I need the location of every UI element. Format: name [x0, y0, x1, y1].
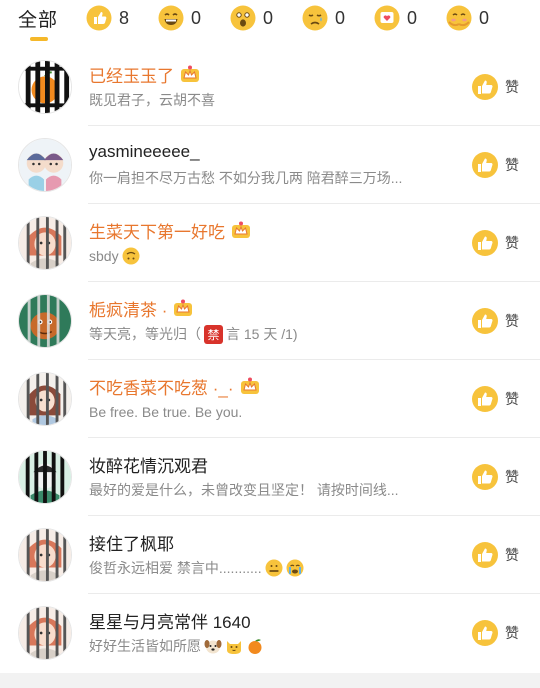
vip-crown-icon: [231, 221, 251, 239]
hug-count: 0: [479, 7, 490, 28]
user-row[interactable]: yasmineeeee_ 你一肩担不尽万古愁 不如分我几两 陪君醉三万场... …: [0, 126, 540, 204]
thumbs-up-icon: [472, 230, 498, 256]
like-label: 赞: [505, 547, 519, 563]
sad-emoji-icon: [302, 5, 328, 31]
avatar[interactable]: [18, 606, 72, 660]
user-row[interactable]: 星星与月亮常伴 1640 好好生活皆如所愿 赞: [0, 594, 540, 672]
username[interactable]: 栀疯清茶 ·: [89, 296, 167, 321]
thumbs-up-icon: [472, 308, 498, 334]
vip-crown-icon: [180, 65, 200, 83]
user-row[interactable]: 妆醉花情沉观君 最好的爱是什么，未曾改变且坚定！ 请按时间线... 赞: [0, 438, 540, 516]
user-row[interactable]: 不吃香菜不吃葱 ·_· Be free. Be true. Be you. 赞: [0, 360, 540, 438]
user-bio: Be free. Be true. Be you.: [89, 404, 243, 420]
avatar[interactable]: [18, 450, 72, 504]
like-label: 赞: [505, 157, 519, 173]
username[interactable]: 接住了枫耶: [89, 530, 174, 555]
like-label: 赞: [505, 313, 519, 329]
username[interactable]: yasmineeeee_: [89, 142, 200, 162]
like-button[interactable]: 赞: [472, 308, 519, 334]
avatar[interactable]: [18, 60, 72, 114]
heart-box-count: 0: [407, 7, 418, 28]
heart-box-emoji-icon: [374, 5, 400, 31]
user-bio: sbdy: [89, 248, 119, 264]
username[interactable]: 星星与月亮常伴 1640: [89, 608, 251, 633]
like-button[interactable]: 赞: [472, 152, 519, 178]
tab-thumbs-up[interactable]: 8: [86, 4, 129, 32]
surprised-count: 0: [263, 7, 274, 28]
surprised-emoji-icon: [230, 5, 256, 31]
user-bio: 既见君子，云胡不喜: [89, 92, 215, 108]
thumbs-up-icon: [472, 152, 498, 178]
like-button[interactable]: 赞: [472, 542, 519, 568]
user-row[interactable]: 接住了枫耶 俊哲永远相爱 禁言中........... 赞: [0, 516, 540, 594]
user-bio: 等天亮，等光归（: [89, 326, 201, 342]
thumbs-up-icon: [472, 620, 498, 646]
user-row[interactable]: 生菜天下第一好吃 sbdy 赞: [0, 204, 540, 282]
thumbs-up-icon: [472, 542, 498, 568]
user-row[interactable]: 已经玉玉了 既见君子，云胡不喜 赞: [0, 48, 540, 126]
thumbs-up-icon: [472, 386, 498, 412]
cat-face-icon: [225, 637, 243, 655]
thumbs-up-emoji-icon: [86, 5, 112, 31]
avatar[interactable]: [18, 138, 72, 192]
laughing-count: 0: [191, 7, 202, 28]
like-button[interactable]: 赞: [472, 386, 519, 412]
hug-emoji-icon: [446, 5, 472, 31]
username[interactable]: 妆醉花情沉观君: [89, 452, 208, 477]
laughing-emoji-icon: [158, 5, 184, 31]
tab-all-label: 全部: [18, 9, 59, 31]
like-label: 赞: [505, 235, 519, 251]
user-bio-suffix: 言 15 天 /1): [226, 326, 298, 342]
upside-down-face-icon: [122, 247, 140, 265]
username[interactable]: 不吃香菜不吃葱 ·_·: [89, 374, 234, 399]
reaction-tabs: 全部 8 0 0 0 0 0: [0, 0, 540, 44]
like-button[interactable]: 赞: [472, 74, 519, 100]
zipper-mouth-face-icon: [265, 559, 283, 577]
avatar[interactable]: [18, 372, 72, 426]
avatar[interactable]: [18, 294, 72, 348]
tab-sad[interactable]: 0: [302, 4, 345, 32]
tangerine-icon: [246, 637, 264, 655]
user-bio: 你一肩担不尽万古愁 不如分我几两 陪君醉三万场...: [89, 170, 403, 186]
like-label: 赞: [505, 79, 519, 95]
tab-all[interactable]: 全部: [18, 4, 58, 32]
user-row[interactable]: 栀疯清茶 · 等天亮，等光归（ 禁 言 15 天 /1) 赞: [0, 282, 540, 360]
tab-surprised[interactable]: 0: [230, 4, 273, 32]
ban-badge: 禁: [204, 324, 223, 344]
crying-face-icon: [286, 559, 304, 577]
tab-hug[interactable]: 0: [446, 4, 489, 32]
like-button[interactable]: 赞: [472, 230, 519, 256]
user-bio: 最好的爱是什么，未曾改变且坚定！ 请按时间线...: [89, 482, 399, 498]
thumbs-up-count: 8: [119, 7, 130, 28]
thumbs-up-icon: [472, 464, 498, 490]
active-tab-indicator: [30, 37, 48, 41]
username[interactable]: 生菜天下第一好吃: [89, 218, 225, 243]
sad-count: 0: [335, 7, 346, 28]
tab-heart-box[interactable]: 0: [374, 4, 417, 32]
avatar[interactable]: [18, 528, 72, 582]
like-label: 赞: [505, 625, 519, 641]
vip-crown-icon: [240, 377, 260, 395]
username[interactable]: 已经玉玉了: [89, 62, 174, 87]
dog-face-icon: [204, 637, 222, 655]
like-label: 赞: [505, 391, 519, 407]
like-button[interactable]: 赞: [472, 620, 519, 646]
like-button[interactable]: 赞: [472, 464, 519, 490]
avatar[interactable]: [18, 216, 72, 270]
bottom-bar: [0, 673, 540, 688]
user-bio: 俊哲永远相爱 禁言中...........: [89, 560, 262, 576]
tab-laughing[interactable]: 0: [158, 4, 201, 32]
thumbs-up-icon: [472, 74, 498, 100]
user-bio: 好好生活皆如所愿: [89, 638, 201, 654]
like-label: 赞: [505, 469, 519, 485]
vip-crown-icon: [173, 299, 193, 317]
